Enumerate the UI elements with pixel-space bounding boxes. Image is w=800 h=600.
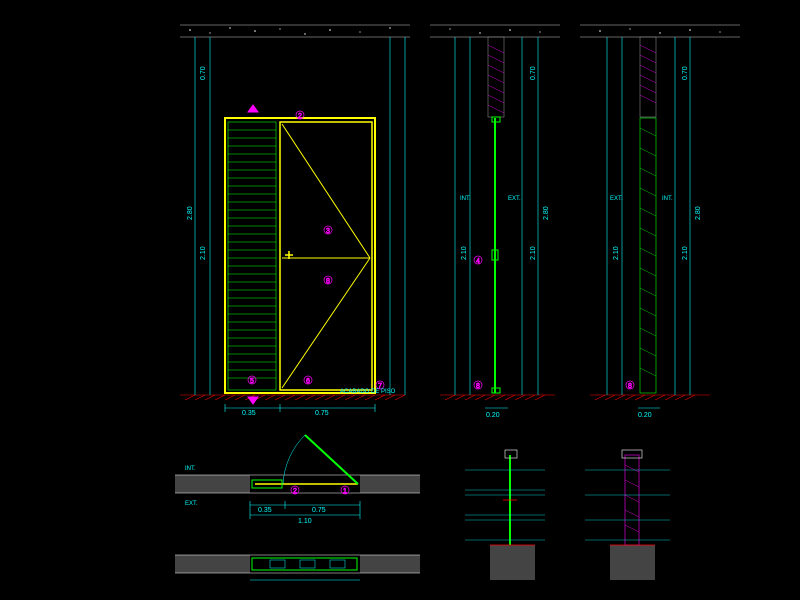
detail-section-2: [585, 450, 670, 580]
svg-text:2.80: 2.80: [543, 206, 550, 220]
ext-label-a: EXT.: [508, 196, 521, 202]
elevation-view: 0.70 2.10 2.80 0.35 0.75 2 3 8 6 5 7 ACA…: [180, 37, 405, 417]
svg-text:2.10: 2.10: [530, 246, 537, 260]
svg-text:2.80: 2.80: [695, 206, 702, 220]
svg-text:2: 2: [298, 113, 302, 120]
svg-text:0.70: 0.70: [682, 66, 689, 80]
detail-section-1: [465, 450, 545, 580]
svg-text:6: 6: [306, 378, 310, 385]
section-b-view: 0.70 2.10 2.80 2.10 EXT. INT. 0.20 8: [590, 37, 710, 419]
svg-text:8: 8: [476, 383, 480, 390]
svg-text:4: 4: [476, 258, 480, 265]
ext-label-b: EXT.: [610, 196, 623, 202]
dim-h-above: 0.70: [200, 66, 207, 80]
svg-text:2: 2: [293, 488, 297, 495]
svg-text:2.10: 2.10: [613, 246, 620, 260]
svg-text:1: 1: [343, 488, 347, 495]
plan-view: INT. EXT. 0.35 0.75 1.10 2 1: [175, 435, 420, 525]
plan-detail-view: [175, 555, 420, 580]
svg-text:0.35: 0.35: [258, 507, 272, 514]
int-label-a: INT.: [460, 196, 471, 202]
dim-h-door: 2.10: [200, 246, 207, 260]
svg-text:3: 3: [326, 228, 330, 235]
dim-h-total: 2.80: [187, 206, 194, 220]
svg-text:2.10: 2.10: [461, 246, 468, 260]
int-label-b: INT.: [662, 196, 673, 202]
ceiling-hatch: [180, 23, 740, 39]
dim-w-right: 0.75: [315, 410, 329, 417]
section-a-view: 0.70 2.10 2.80 2.10 INT. EXT. 0.20 4 8: [440, 37, 555, 419]
svg-text:5: 5: [250, 378, 254, 385]
svg-text:2.10: 2.10: [682, 246, 689, 260]
svg-text:1.10: 1.10: [298, 518, 312, 525]
svg-text:0.20: 0.20: [638, 412, 652, 419]
svg-text:8: 8: [628, 383, 632, 390]
svg-text:0.75: 0.75: [312, 507, 326, 514]
svg-text:0.20: 0.20: [486, 412, 500, 419]
svg-text:8: 8: [326, 278, 330, 285]
floor-label: ACABADO DE PISO: [340, 389, 396, 395]
dim-w-left: 0.35: [242, 410, 256, 417]
cad-drawing: 0.70 2.10 2.80 0.35 0.75 2 3 8 6 5 7 ACA…: [0, 0, 800, 600]
svg-text:0.70: 0.70: [530, 66, 537, 80]
svg-text:EXT.: EXT.: [185, 501, 198, 507]
svg-text:INT.: INT.: [185, 466, 196, 472]
